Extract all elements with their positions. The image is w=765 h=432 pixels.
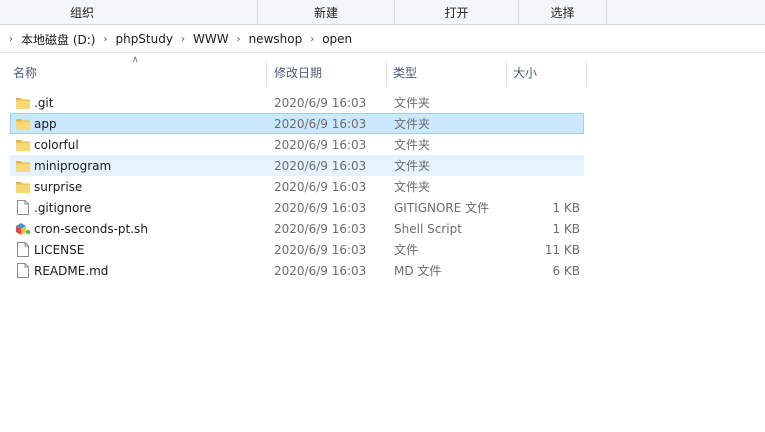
address-divider <box>0 52 765 53</box>
column-header-name[interactable]: ∧ 名称 <box>0 55 267 86</box>
file-size <box>508 135 580 154</box>
file-size: 1 KB <box>552 221 580 236</box>
file-modified-date: 2020/6/9 16:03 <box>274 179 367 194</box>
folder-icon <box>15 156 31 175</box>
folder-icon <box>15 177 31 196</box>
file-row[interactable]: .gitignore 2020/6/9 16:03 GITIGNORE 文件 1 KB <box>10 197 584 218</box>
ribbon-group-open[interactable]: 打开 <box>395 0 519 24</box>
file-row[interactable]: README.md 2020/6/9 16:03 MD 文件 6 KB <box>10 260 584 281</box>
breadcrumb-item-www[interactable]: WWW <box>190 32 232 46</box>
file-row[interactable]: surprise 2020/6/9 16:03 文件夹 <box>10 176 584 197</box>
file-modified-date: 2020/6/9 16:03 <box>274 137 367 152</box>
column-header-size[interactable]: 大小 <box>507 58 587 86</box>
file-name: .git <box>34 95 54 110</box>
ribbon-group-label: 新建 <box>313 5 338 20</box>
file-name: README.md <box>34 263 109 278</box>
chevron-right-icon[interactable]: › <box>176 34 190 45</box>
file-size: 1 KB <box>552 200 580 215</box>
file-row[interactable]: cron-seconds-pt.sh 2020/6/9 16:03 Shell Sc… <box>10 218 584 239</box>
chevron-right-icon[interactable]: › <box>305 34 319 45</box>
file-icon <box>15 240 31 259</box>
file-type: Shell Script <box>394 221 462 236</box>
file-name: surprise <box>34 179 83 194</box>
file-type: MD 文件 <box>394 264 442 278</box>
file-row[interactable]: miniprogram 2020/6/9 16:03 文件夹 <box>10 155 584 176</box>
ribbon-group-select[interactable]: 选择 <box>519 0 607 24</box>
file-type: GITIGNORE 文件 <box>394 201 490 215</box>
column-header-label: 名称 <box>13 65 38 80</box>
file-type: 文件夹 <box>394 180 431 194</box>
folder-icon <box>15 114 31 133</box>
file-name: colorful <box>34 137 79 152</box>
breadcrumb-item-newshop[interactable]: newshop <box>246 32 306 46</box>
ribbon-group-organize[interactable]: 组织 <box>0 0 258 24</box>
file-modified-date: 2020/6/9 16:03 <box>274 221 367 236</box>
file-name: .gitignore <box>34 200 92 215</box>
column-header-date[interactable]: 修改日期 <box>267 58 387 86</box>
chevron-right-icon[interactable]: › <box>4 34 18 45</box>
chevron-right-icon[interactable]: › <box>98 34 112 45</box>
file-size <box>508 114 580 133</box>
file-size: 11 KB <box>544 242 580 257</box>
folder-icon <box>15 135 31 154</box>
file-modified-date: 2020/6/9 16:03 <box>274 116 367 131</box>
ribbon-group-label: 组织 <box>70 5 95 20</box>
folder-icon <box>15 93 31 112</box>
file-name: cron-seconds-pt.sh <box>34 221 148 236</box>
sort-ascending-icon: ∧ <box>132 55 139 65</box>
column-header-row: ∧ 名称 修改日期 类型 大小 <box>0 55 765 86</box>
file-name: miniprogram <box>34 158 112 173</box>
file-size: 6 KB <box>552 263 580 278</box>
column-header-label: 大小 <box>513 65 538 80</box>
breadcrumb-item-open[interactable]: open <box>319 32 355 46</box>
file-name: LICENSE <box>34 242 85 257</box>
breadcrumb-item-drive[interactable]: 本地磁盘 (D:) <box>18 31 98 48</box>
file-row[interactable]: LICENSE 2020/6/9 16:03 文件 11 KB <box>10 239 584 260</box>
file-name: app <box>34 116 57 131</box>
ribbon-group-label: 打开 <box>444 5 469 20</box>
column-resize-handle[interactable] <box>586 60 587 86</box>
file-size <box>508 93 580 112</box>
file-modified-date: 2020/6/9 16:03 <box>274 158 367 173</box>
file-row[interactable]: colorful 2020/6/9 16:03 文件夹 <box>10 134 584 155</box>
file-modified-date: 2020/6/9 16:03 <box>274 263 367 278</box>
file-row[interactable]: app 2020/6/9 16:03 文件夹 <box>10 113 584 134</box>
ribbon-group-new[interactable]: 新建 <box>258 0 395 24</box>
column-header-label: 类型 <box>393 65 418 80</box>
file-modified-date: 2020/6/9 16:03 <box>274 95 367 110</box>
file-modified-date: 2020/6/9 16:03 <box>274 200 367 215</box>
file-type: 文件 <box>394 243 419 257</box>
file-size <box>508 156 580 175</box>
file-type: 文件夹 <box>394 117 431 131</box>
breadcrumb-item-phpstudy[interactable]: phpStudy <box>112 32 176 46</box>
file-modified-date: 2020/6/9 16:03 <box>274 242 367 257</box>
breadcrumb: › 本地磁盘 (D:) › phpStudy › WWW › newshop ›… <box>0 28 765 50</box>
file-icon <box>15 261 31 280</box>
file-type: 文件夹 <box>394 138 431 152</box>
file-type: 文件夹 <box>394 159 431 173</box>
ribbon-toolbar: 组织 新建 打开 选择 <box>0 0 765 25</box>
ribbon-empty-area <box>607 0 765 24</box>
ribbon-group-label: 选择 <box>550 5 575 20</box>
file-row[interactable]: .git 2020/6/9 16:03 文件夹 <box>10 92 584 113</box>
file-type: 文件夹 <box>394 96 431 110</box>
chevron-right-icon[interactable]: › <box>232 34 246 45</box>
file-size <box>508 177 580 196</box>
column-header-type[interactable]: 类型 <box>387 58 507 86</box>
shell-script-icon <box>15 219 31 238</box>
file-icon <box>15 198 31 217</box>
column-header-label: 修改日期 <box>274 65 323 80</box>
